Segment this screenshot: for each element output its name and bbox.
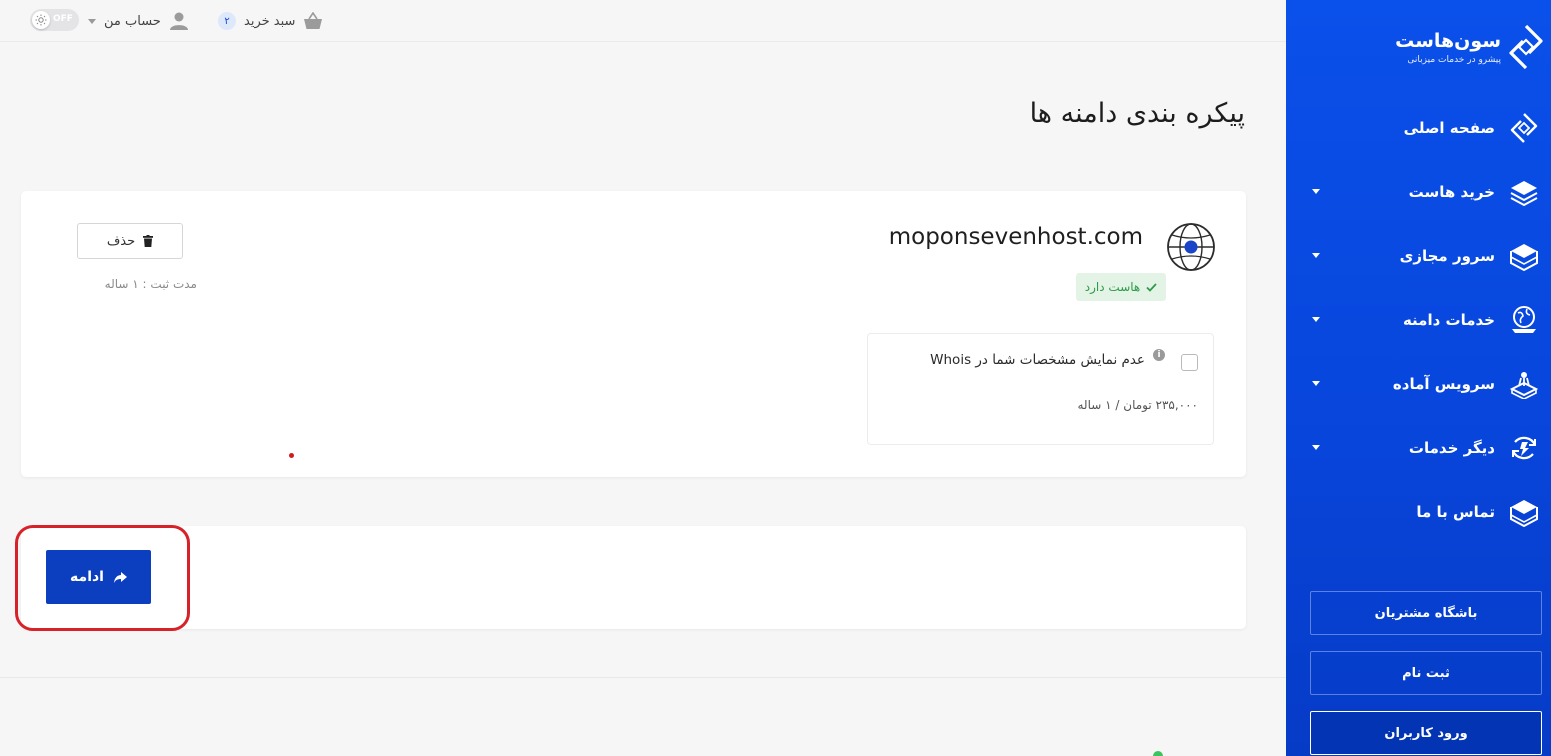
- chevron-down-icon: [1312, 317, 1320, 322]
- sidebar-item-contact[interactable]: تماس با ما: [1286, 480, 1551, 544]
- sidebar-item-label: خدمات دامنه: [1402, 311, 1495, 329]
- whois-privacy-addon: i عدم نمایش مشخصات شما در Whois ۲۳۵,۰۰۰ …: [867, 333, 1214, 445]
- host-status-label: هاست دارد: [1084, 280, 1141, 294]
- whois-privacy-label: عدم نمایش مشخصات شما در Whois: [930, 352, 1145, 368]
- top-bar: OFF حساب من ۲ سبد خرید: [0, 0, 1286, 42]
- continue-button[interactable]: ادامه: [46, 550, 151, 604]
- cart-label: سبد خرید: [244, 13, 296, 29]
- logo-icon: [1510, 113, 1538, 143]
- sidebar-item-label: تماس با ما: [1416, 503, 1495, 521]
- register-button[interactable]: ثبت نام: [1310, 651, 1542, 695]
- sidebar-item-label: سرویس آماده: [1392, 375, 1495, 393]
- chevron-down-icon: [1312, 381, 1320, 386]
- chevron-down-icon: [1312, 445, 1320, 450]
- share-arrow-icon: [113, 571, 127, 583]
- sidebar-item-vps[interactable]: سرور مجازی: [1286, 224, 1551, 288]
- info-icon[interactable]: i: [1153, 349, 1165, 361]
- chevron-down-icon: [1312, 253, 1320, 258]
- brand-tagline: پیشرو در خدمات میزبانی: [1407, 55, 1501, 65]
- continue-label: ادامه: [70, 569, 104, 585]
- check-icon: [1146, 282, 1157, 292]
- delete-button[interactable]: حذف: [77, 223, 183, 259]
- sidebar-item-ready-service[interactable]: سرویس آماده: [1286, 352, 1551, 416]
- package-icon: [1509, 372, 1539, 399]
- envelope-icon: [1510, 500, 1538, 527]
- registration-period: مدت ثبت : ۱ ساله: [104, 277, 197, 291]
- basket-icon: [304, 12, 323, 29]
- page-title: پیکره بندی دامنه ها: [1029, 98, 1245, 129]
- globe-icon: [1512, 306, 1536, 333]
- cursor-marker: [289, 453, 294, 458]
- sun-icon: [32, 11, 50, 29]
- account-menu[interactable]: حساب من: [88, 10, 189, 32]
- login-button[interactable]: ورود کاربران: [1310, 711, 1542, 755]
- dark-mode-toggle[interactable]: OFF: [30, 9, 79, 31]
- sidebar: سون‌هاست پیشرو در خدمات میزبانی صفحه اصل…: [1286, 0, 1551, 756]
- host-status-badge: هاست دارد: [1076, 273, 1166, 301]
- customer-club-button[interactable]: باشگاه مشتریان: [1310, 591, 1542, 635]
- status-dot: [1153, 751, 1163, 756]
- whois-privacy-price: ۲۳۵,۰۰۰ تومان / ۱ ساله: [1077, 398, 1199, 412]
- user-icon: [169, 12, 188, 30]
- sidebar-item-domain-services[interactable]: خدمات دامنه: [1286, 288, 1551, 352]
- layers-icon: [1510, 181, 1538, 207]
- sidebar-nav: صفحه اصلی خرید هاست سرور مجازی خدمات دام…: [1286, 96, 1551, 544]
- chevron-down-icon: [88, 18, 96, 24]
- whois-privacy-checkbox[interactable]: [1181, 354, 1198, 371]
- toggle-state-label: OFF: [53, 14, 73, 24]
- domain-config-card: moponsevenhost.com هاست دارد حذف مدت ثبت…: [21, 191, 1246, 477]
- sidebar-item-other-services[interactable]: دیگر خدمات: [1286, 416, 1551, 480]
- chevron-down-icon: [1312, 189, 1320, 194]
- sidebar-item-label: سرور مجازی: [1399, 247, 1495, 265]
- sidebar-item-buy-hosting[interactable]: خرید هاست: [1286, 160, 1551, 224]
- brand-name: سون‌هاست: [1395, 30, 1501, 52]
- globe-icon: [1167, 223, 1215, 271]
- delete-label: حذف: [106, 233, 136, 249]
- section-divider: [0, 677, 1286, 678]
- sidebar-item-label: خرید هاست: [1408, 183, 1495, 201]
- cart-count-badge: ۲: [218, 12, 236, 30]
- logo-icon: [1509, 24, 1543, 70]
- trash-icon: [143, 235, 154, 247]
- sidebar-item-home[interactable]: صفحه اصلی: [1286, 96, 1551, 160]
- sidebar-item-label: دیگر خدمات: [1408, 439, 1495, 457]
- server-box-icon: [1510, 244, 1538, 271]
- domain-name: moponsevenhost.com: [888, 224, 1143, 250]
- account-label: حساب من: [104, 13, 161, 29]
- cart-link[interactable]: ۲ سبد خرید: [218, 10, 323, 32]
- actions-card: [21, 526, 1246, 629]
- brand-logo[interactable]: سون‌هاست پیشرو در خدمات میزبانی: [1293, 22, 1543, 72]
- settings-cycle-icon: [1511, 436, 1537, 460]
- sidebar-item-label: صفحه اصلی: [1403, 119, 1495, 137]
